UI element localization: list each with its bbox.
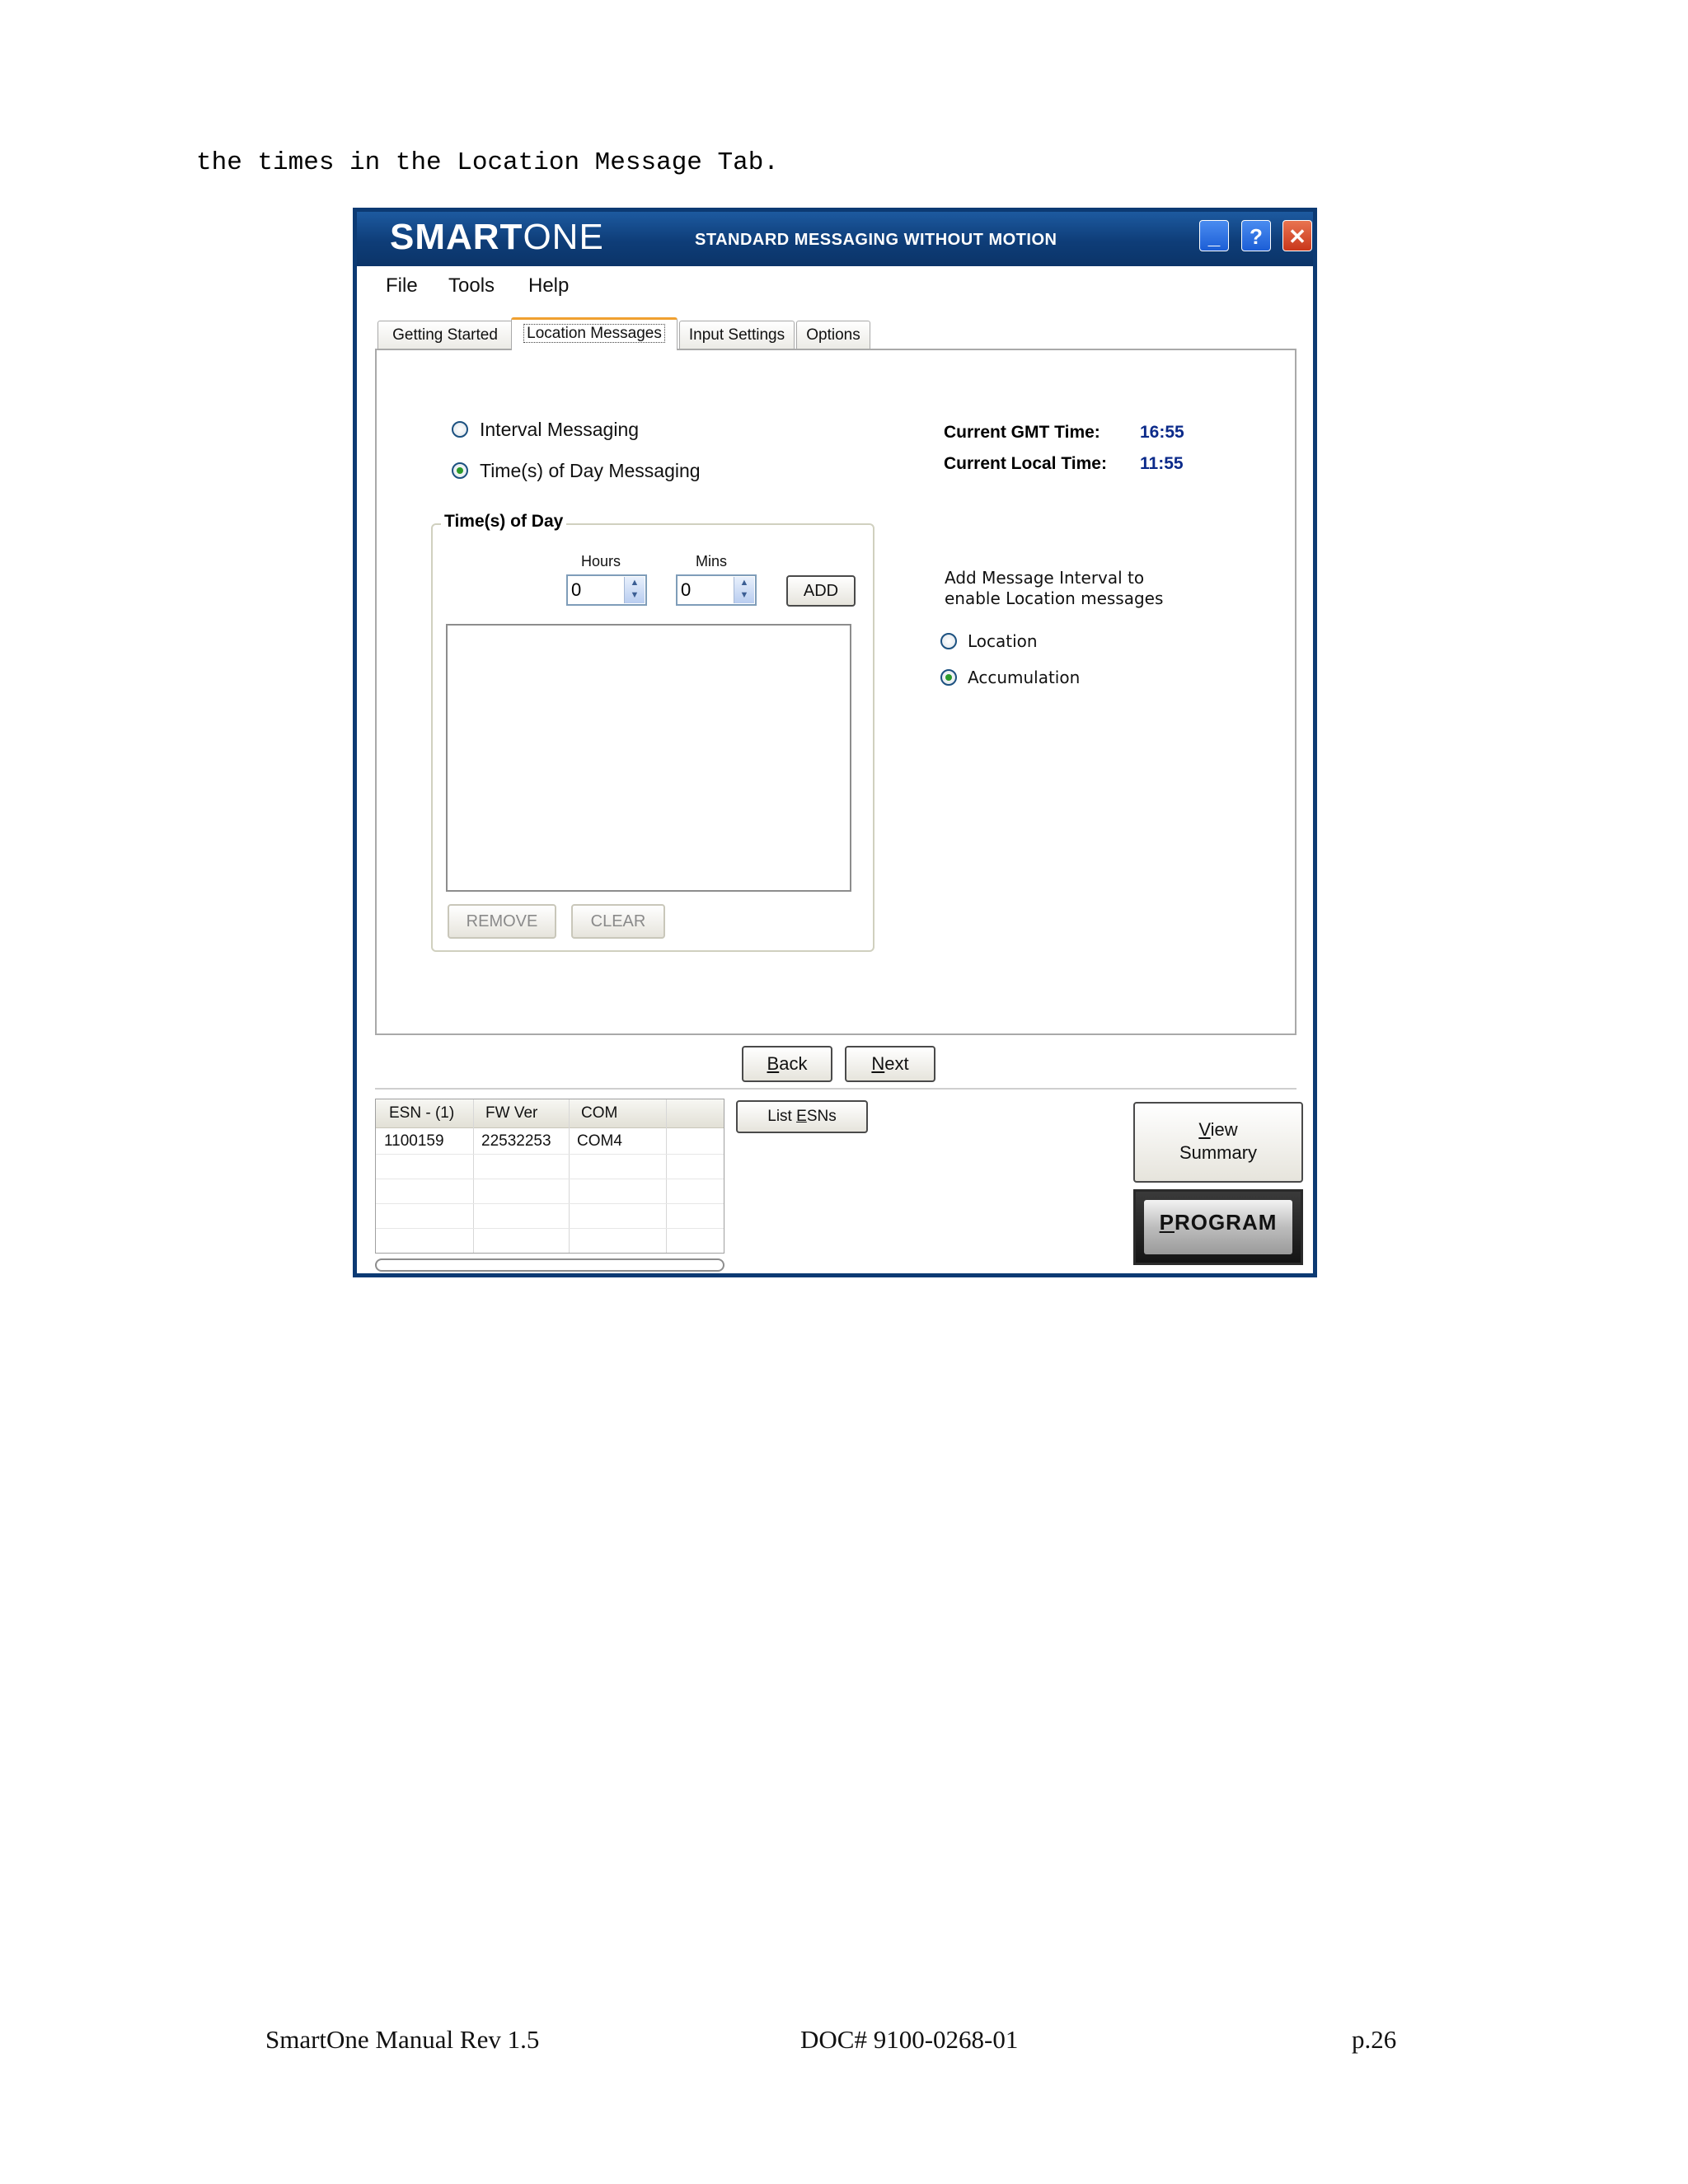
footer-doc-number: DOC# 9100-0268-01: [800, 2025, 1019, 2054]
help-icon: ?: [1250, 224, 1263, 249]
chevron-down-icon: ▼: [739, 590, 749, 600]
column-divider: [473, 1099, 474, 1253]
tab-location-messages[interactable]: Location Messages: [511, 317, 678, 350]
table-cell-esn: 1100159: [384, 1132, 444, 1150]
location-label: Location: [968, 631, 1038, 651]
program-label: PROGRAM: [1144, 1200, 1292, 1254]
app-subtitle: STANDARD MESSAGING WITHOUT MOTION: [695, 231, 1057, 249]
esn-table[interactable]: ESN - (1) FW Ver COM 1100159 22532253 CO…: [375, 1099, 724, 1254]
chevron-up-icon: ▲: [630, 578, 640, 588]
column-divider: [569, 1099, 570, 1253]
hours-stepper[interactable]: 0 ▲ ▼: [566, 574, 647, 606]
view-summary-button[interactable]: View Summary: [1133, 1102, 1303, 1183]
chevron-up-icon: ▲: [739, 578, 749, 588]
local-time-value: 11:55: [1140, 454, 1184, 473]
menu-tools[interactable]: Tools: [448, 274, 495, 298]
accumulation-radio[interactable]: [940, 669, 957, 686]
interval-note-line2: enable Location messages: [945, 588, 1164, 608]
remove-button[interactable]: REMOVE: [448, 904, 556, 939]
hours-spin-buttons[interactable]: ▲ ▼: [624, 577, 645, 603]
tab-getting-started[interactable]: Getting Started: [377, 321, 513, 349]
gmt-time-value: 16:55: [1140, 423, 1184, 442]
column-header-esn[interactable]: ESN - (1): [389, 1104, 454, 1122]
column-header-com[interactable]: COM: [581, 1104, 617, 1122]
footer-page-number: p.26: [1352, 2025, 1397, 2054]
table-cell-com: COM4: [577, 1132, 622, 1150]
footer-manual-rev: SmartOne Manual Rev 1.5: [265, 2025, 540, 2054]
app-logo: SMARTONE: [390, 217, 604, 257]
close-icon: ✕: [1288, 224, 1306, 249]
separator: [375, 1088, 1296, 1090]
minimize-icon: _: [1207, 224, 1221, 249]
interval-messaging-radio[interactable]: [452, 421, 468, 438]
hours-value: 0: [571, 579, 582, 600]
times-of-day-label: Time(s) of Day Messaging: [480, 460, 701, 481]
clear-button[interactable]: CLEAR: [571, 904, 665, 939]
row-divider: [376, 1154, 724, 1155]
menu-file[interactable]: File: [386, 274, 418, 298]
chevron-down-icon: ▼: [630, 590, 640, 600]
horizontal-scrollbar[interactable]: [375, 1258, 724, 1272]
interval-messaging-label: Interval Messaging: [480, 419, 640, 440]
times-list[interactable]: [446, 624, 851, 892]
close-button[interactable]: ✕: [1282, 220, 1312, 251]
row-divider: [376, 1228, 724, 1229]
gmt-time-label: Current GMT Time:: [944, 423, 1100, 442]
back-button[interactable]: Back: [742, 1046, 832, 1082]
location-radio[interactable]: [940, 633, 957, 649]
menu-help[interactable]: Help: [528, 274, 569, 298]
table-cell-fw-ver: 22532253: [481, 1132, 551, 1150]
accumulation-label: Accumulation: [968, 668, 1081, 687]
hours-label: Hours: [581, 553, 621, 569]
column-header-fw-ver[interactable]: FW Ver: [485, 1104, 537, 1122]
tab-input-settings[interactable]: Input Settings: [679, 321, 795, 349]
row-divider: [376, 1203, 724, 1204]
intro-text: the times in the Location Message Tab.: [196, 148, 779, 177]
column-divider: [666, 1099, 667, 1253]
title-bar[interactable]: SMARTONE STANDARD MESSAGING WITHOUT MOTI…: [357, 212, 1313, 266]
times-of-day-group-title: Time(s) of Day: [441, 512, 567, 532]
program-button[interactable]: PROGRAM: [1133, 1189, 1303, 1265]
smartone-window: SMARTONE STANDARD MESSAGING WITHOUT MOTI…: [353, 208, 1317, 1277]
mins-value: 0: [681, 579, 692, 600]
local-time-label: Current Local Time:: [944, 454, 1107, 473]
list-esns-button[interactable]: List ESNs: [736, 1100, 868, 1133]
interval-note-line1: Add Message Interval to: [945, 568, 1145, 588]
tab-options[interactable]: Options: [796, 321, 870, 349]
next-button[interactable]: Next: [845, 1046, 935, 1082]
add-button[interactable]: ADD: [786, 575, 856, 607]
times-of-day-radio[interactable]: [452, 462, 468, 479]
minimize-button[interactable]: _: [1199, 220, 1229, 251]
mins-spin-buttons[interactable]: ▲ ▼: [734, 577, 754, 603]
mins-label: Mins: [696, 553, 728, 569]
mins-stepper[interactable]: 0 ▲ ▼: [676, 574, 757, 606]
help-button[interactable]: ?: [1241, 220, 1271, 251]
